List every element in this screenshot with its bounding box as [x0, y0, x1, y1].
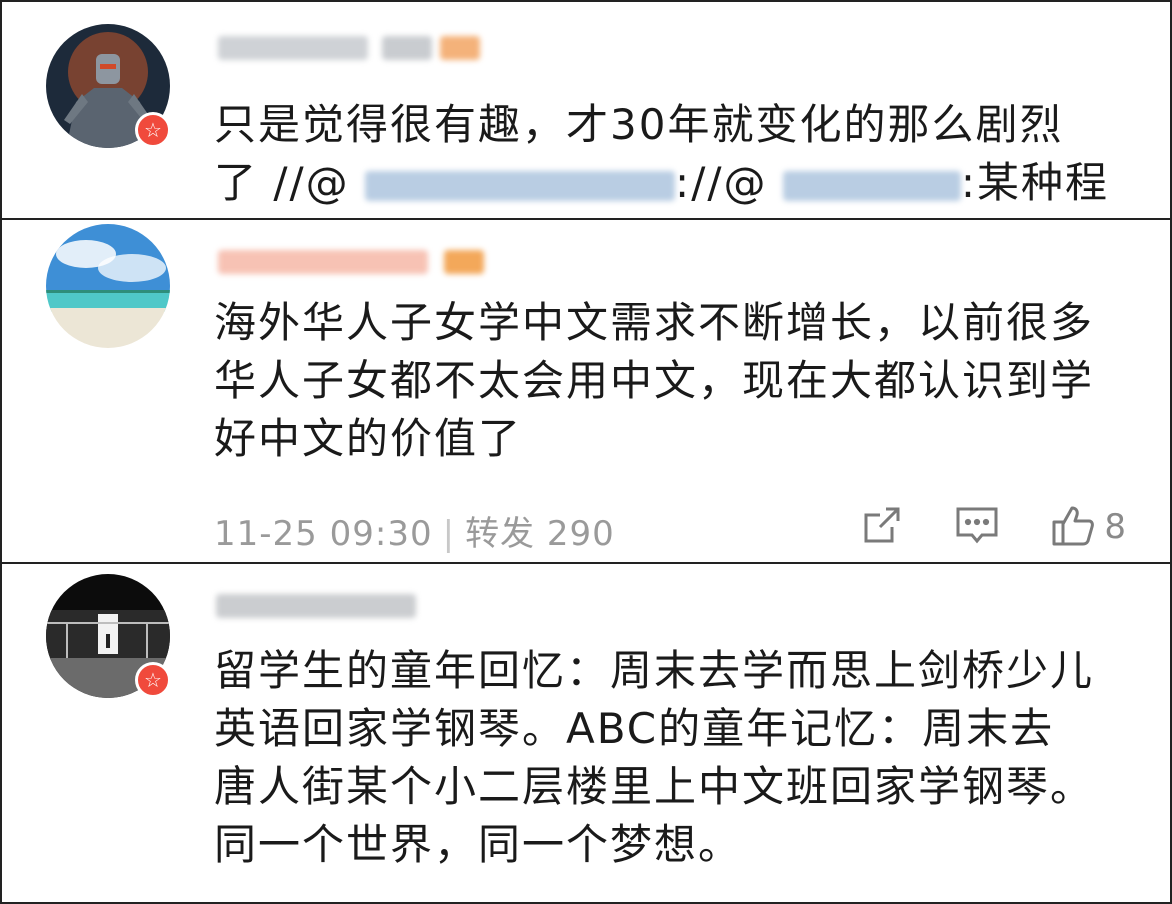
username-blurred	[212, 242, 492, 282]
comment-line: 海外华人子女学中文需求不断增长，以前很多	[214, 298, 1095, 347]
share-button[interactable]	[860, 503, 904, 551]
verified-badge-icon: ☆	[135, 112, 171, 148]
username-blurred	[212, 28, 492, 68]
comment-text: 留学生的童年回忆：周末去学而思上剑桥少儿 英语回家学钢琴。ABC的童年记忆：周末…	[214, 642, 1130, 874]
like-count: 8	[1104, 507, 1126, 547]
repost-prefix: //@	[273, 158, 350, 207]
comment-item: ☆ 只是觉得很有趣，才30年就变化的那么剧烈 了 //@ ://@ :某种程度	[2, 2, 1170, 265]
action-bar: 8	[810, 502, 1126, 552]
avatar[interactable]	[46, 224, 170, 348]
mention-link-blurred[interactable]	[365, 170, 676, 201]
comment-icon	[954, 503, 1000, 551]
comment-item: ☆ 留学生的童年回忆：周末去学而思上剑桥少儿 英语回家学钢琴。ABC的童年记忆：…	[2, 562, 1170, 902]
repost-count[interactable]: 转发 290	[465, 514, 615, 554]
username-blurred	[212, 586, 422, 626]
verified-badge-icon: ☆	[135, 662, 171, 698]
comment-button[interactable]	[954, 503, 1000, 551]
comment-line: 好中文的价值了	[214, 414, 523, 463]
repost-prefix: //@	[691, 158, 768, 207]
comment-line: 唐人街某个小二层楼里上中文班回家学钢琴。	[214, 762, 1095, 811]
comment-feed: ☆ 只是觉得很有趣，才30年就变化的那么剧烈 了 //@ ://@ :某种程度	[0, 0, 1172, 904]
comment-meta: 11-25 09:30 | 转发 290	[214, 506, 615, 555]
comment-line: 只是觉得很有趣，才30年就变化的那么剧烈	[214, 100, 1064, 149]
comment-line: 英语回家学钢琴。ABC的童年记忆：周末去	[214, 704, 1055, 753]
comment-item: 海外华人子女学中文需求不断增长，以前很多 华人子女都不太会用中文，现在大都认识到…	[2, 218, 1170, 562]
comment-line: 同一个世界，同一个梦想。	[214, 820, 743, 869]
meta-separator: |	[442, 514, 456, 554]
comment-line: 华人子女都不太会用中文，现在大都认识到学	[214, 356, 1095, 405]
comment-line: 留学生的童年回忆：周末去学而思上剑桥少儿	[214, 646, 1095, 695]
thumbs-up-icon	[1050, 502, 1096, 552]
timestamp: 11-25 09:30	[214, 514, 433, 554]
comment-text: 海外华人子女学中文需求不断增长，以前很多 华人子女都不太会用中文，现在大都认识到…	[214, 294, 1130, 468]
like-button[interactable]: 8	[1050, 502, 1126, 552]
share-icon	[860, 503, 904, 551]
mention-link-blurred[interactable]	[782, 170, 961, 201]
